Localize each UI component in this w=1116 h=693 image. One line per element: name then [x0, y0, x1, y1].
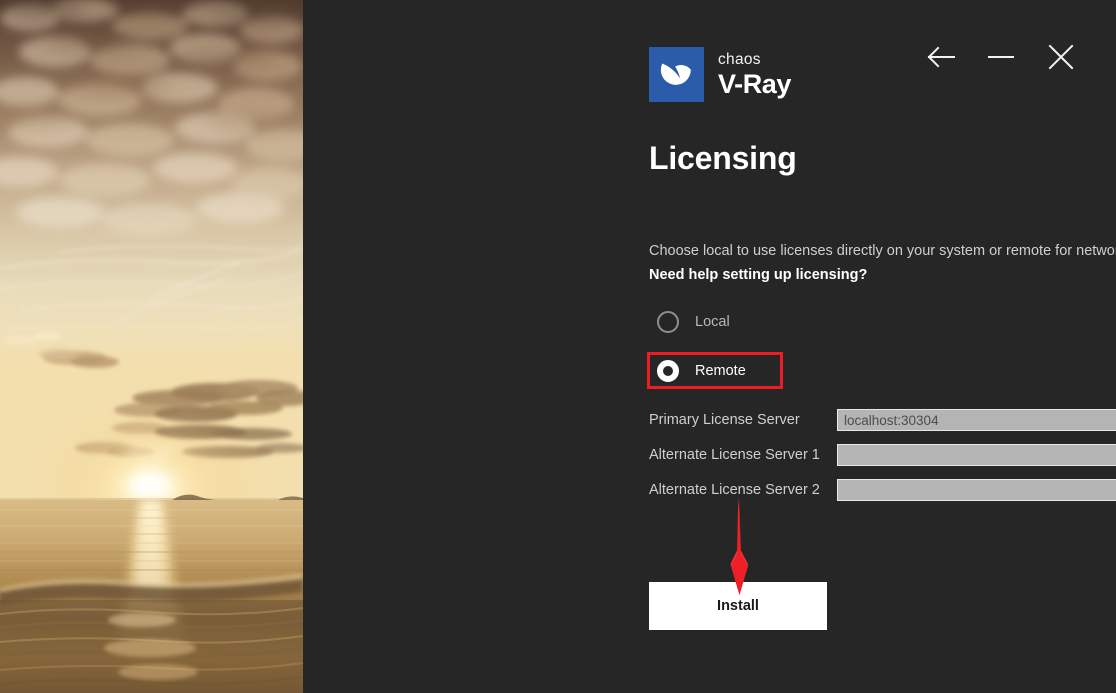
- field-row-alternate-1: Alternate License Server 1: [649, 445, 1116, 465]
- radio-local[interactable]: Local: [649, 303, 740, 341]
- field-label-primary: Primary License Server: [649, 410, 837, 430]
- field-row-alternate-2: Alternate License Server 2: [649, 480, 1116, 500]
- install-button[interactable]: Install: [649, 582, 827, 630]
- page-description: Choose local to use licenses directly on…: [649, 241, 1116, 261]
- brand-product: V-Ray: [718, 70, 791, 99]
- primary-license-server-input[interactable]: [837, 409, 1116, 431]
- close-button[interactable]: [1042, 38, 1080, 76]
- field-row-primary: Primary License Server: [649, 410, 1116, 430]
- close-icon: [1048, 44, 1074, 70]
- radio-indicator-remote: [657, 360, 679, 382]
- radio-remote[interactable]: Remote: [649, 352, 784, 390]
- back-button[interactable]: [922, 38, 960, 76]
- alternate-license-server-1-input[interactable]: [837, 444, 1116, 466]
- main-panel: chaos V-Ray Licensing Choose local to us…: [303, 0, 1116, 693]
- splash-image: [0, 0, 303, 693]
- sunset-ocean-artwork: [0, 0, 303, 693]
- help-link[interactable]: Need help setting up licensing?: [649, 265, 867, 285]
- window-controls: [922, 38, 1080, 76]
- installer-window: chaos V-Ray Licensing Choose local to us…: [0, 0, 1116, 693]
- field-label-alternate-2: Alternate License Server 2: [649, 480, 837, 500]
- brand-logo: chaos V-Ray: [649, 47, 791, 102]
- radio-indicator-local: [657, 311, 679, 333]
- minimize-icon: [988, 46, 1014, 68]
- radio-label-remote: Remote: [695, 362, 746, 380]
- field-label-alternate-1: Alternate License Server 1: [649, 445, 837, 465]
- arrow-left-icon: [926, 46, 956, 68]
- license-server-fields: Primary License Server Alternate License…: [649, 410, 1116, 515]
- alternate-license-server-2-input[interactable]: [837, 479, 1116, 501]
- vray-logo-icon: [649, 47, 704, 102]
- brand-company: chaos: [718, 51, 791, 68]
- radio-label-local: Local: [695, 313, 730, 331]
- minimize-button[interactable]: [982, 38, 1020, 76]
- page-title: Licensing: [649, 140, 797, 177]
